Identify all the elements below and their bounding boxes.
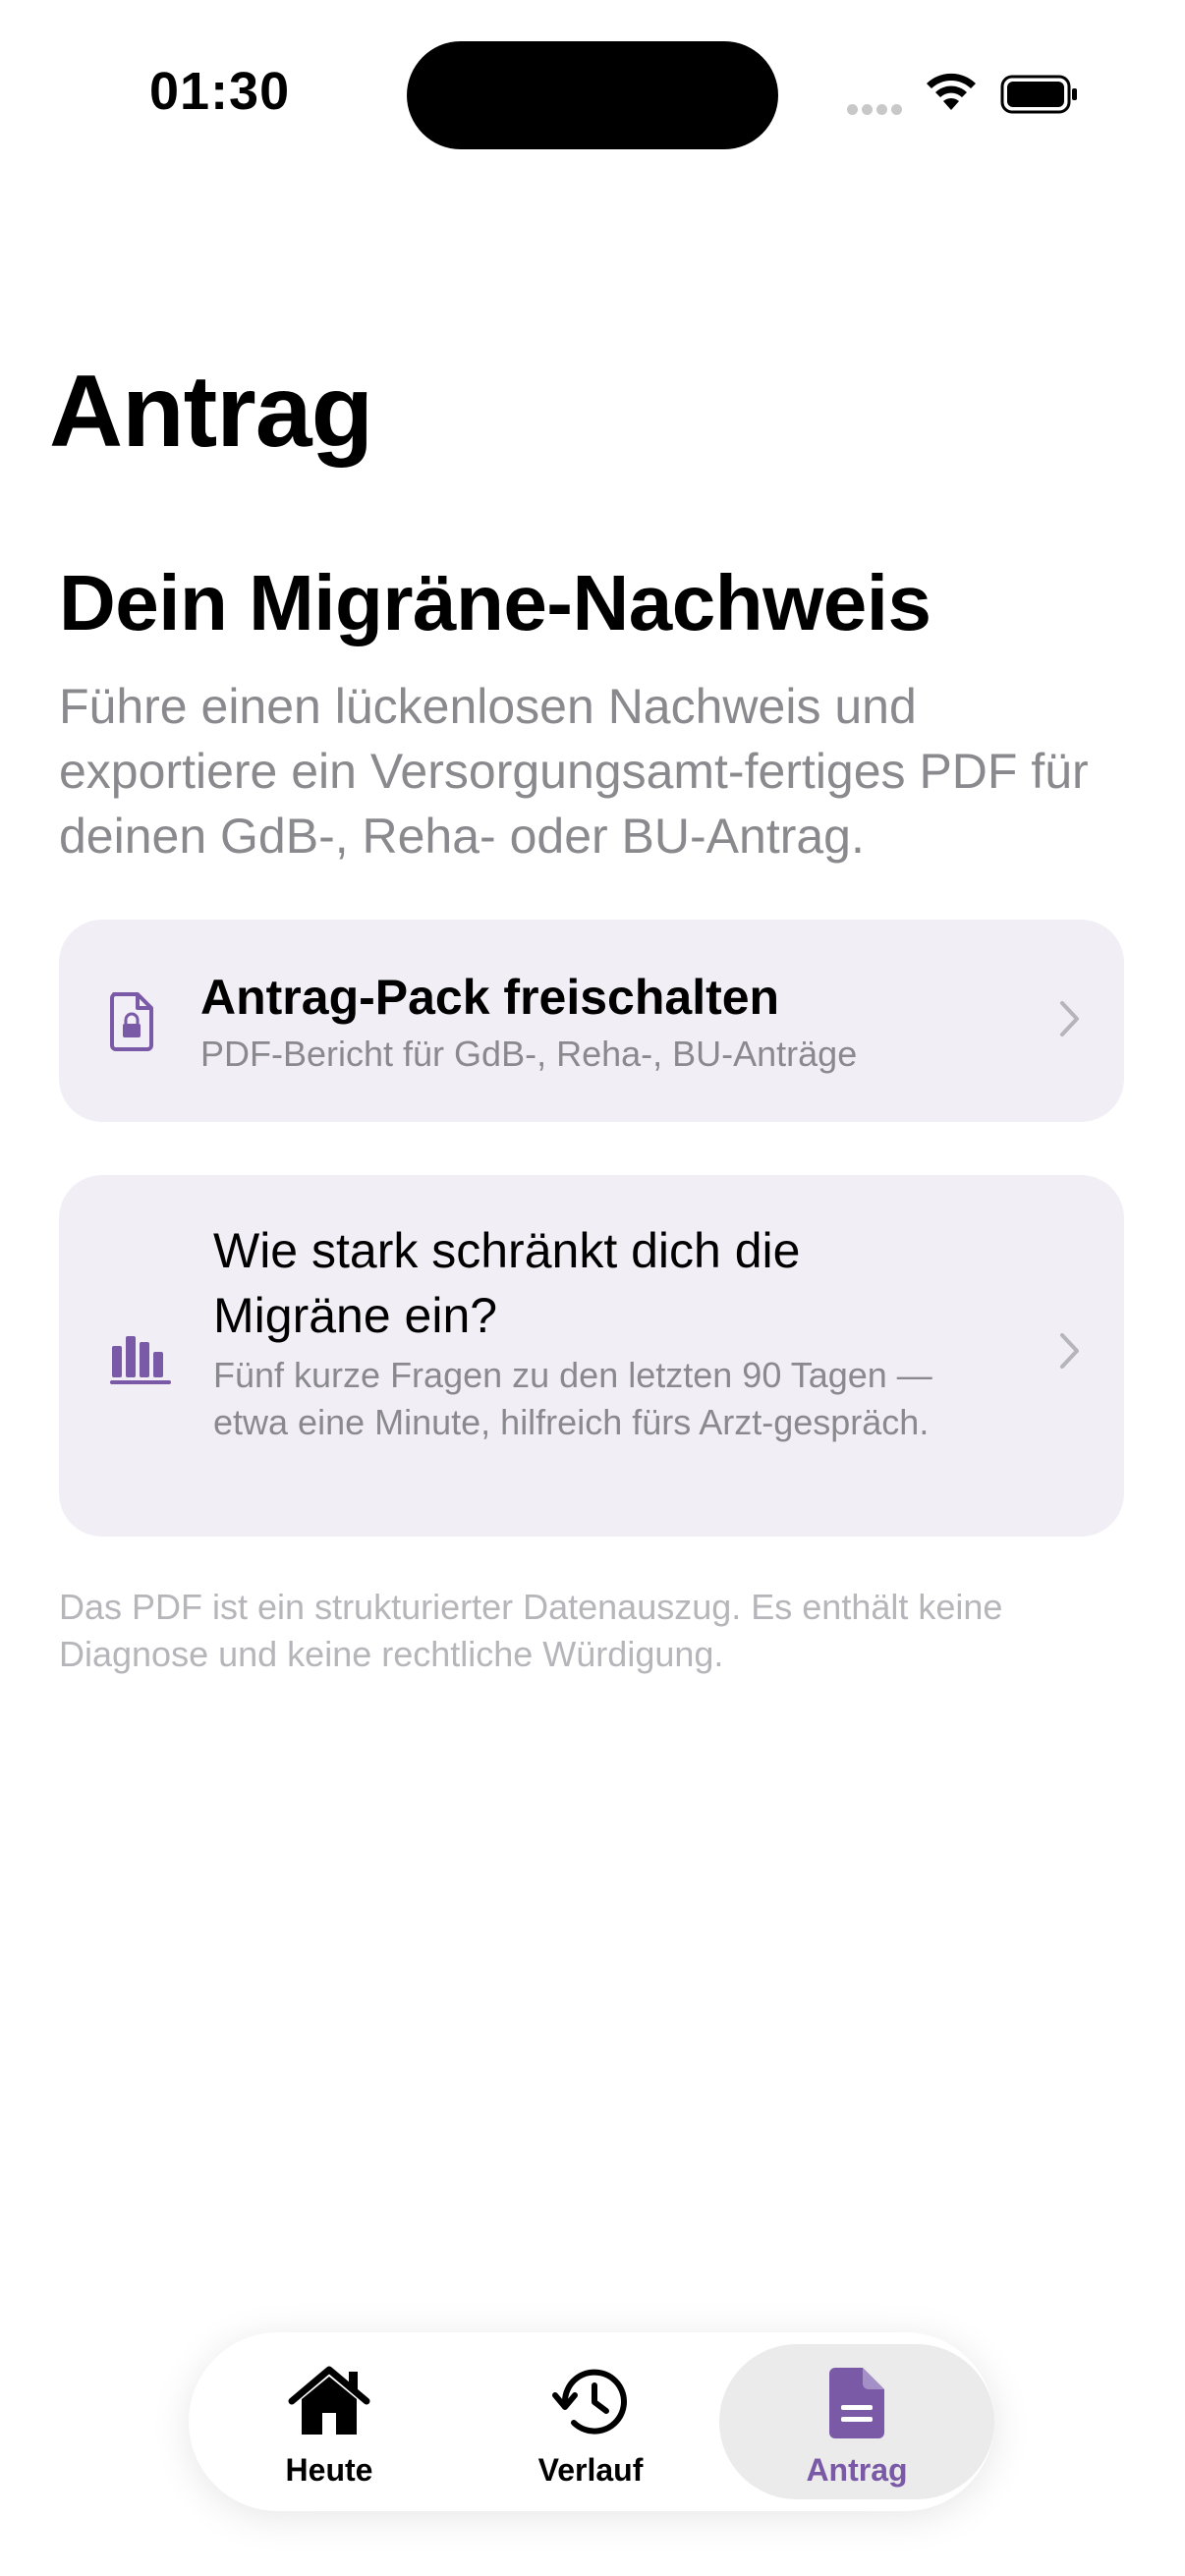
chevron-right-icon xyxy=(1059,1332,1081,1374)
card-subtitle: Fünf kurze Fragen zu den letzten 90 Tage… xyxy=(213,1355,932,1442)
pdf-disclaimer: Das PDF ist ein strukturierter Datenausz… xyxy=(59,1587,1003,1674)
card-subtitle: PDF-Bericht für GdB-, Reha-, BU-Anträge xyxy=(200,1034,858,1074)
history-icon xyxy=(551,2366,630,2443)
locked-document-icon xyxy=(108,990,155,1056)
dynamic-island xyxy=(407,41,778,149)
tab-heute[interactable]: Heute xyxy=(197,2332,462,2511)
unlock-antrag-pack-card[interactable]: Antrag-Pack freischalten PDF-Bericht für… xyxy=(59,920,1124,1122)
chevron-right-icon xyxy=(1059,1000,1081,1042)
card-title: Wie stark schränkt dich die Migräne ein? xyxy=(213,1223,801,1343)
cellular-signal-icon xyxy=(847,102,906,120)
status-time: 01:30 xyxy=(149,62,291,121)
bar-chart-icon xyxy=(110,1332,173,1390)
card-title: Antrag-Pack freischalten xyxy=(200,970,780,1025)
impairment-questionnaire-card[interactable]: Wie stark schränkt dich die Migräne ein?… xyxy=(59,1175,1124,1537)
page-title: Antrag xyxy=(49,355,373,469)
house-icon xyxy=(288,2366,370,2443)
tab-antrag[interactable]: Antrag xyxy=(707,2332,994,2511)
section-heading: Dein Migräne-Nachweis xyxy=(59,559,931,646)
section-description: Führe einen lückenlosen Nachweis und exp… xyxy=(59,679,1089,864)
tab-label: Verlauf xyxy=(537,2452,644,2488)
document-icon xyxy=(827,2366,886,2445)
tab-label: Heute xyxy=(285,2452,373,2488)
tab-label: Antrag xyxy=(806,2452,908,2488)
battery-icon xyxy=(1000,75,1079,119)
tab-verlauf[interactable]: Verlauf xyxy=(458,2332,723,2511)
wifi-icon xyxy=(924,71,979,117)
tab-bar: Heute Verlauf Antrag xyxy=(189,2332,994,2511)
